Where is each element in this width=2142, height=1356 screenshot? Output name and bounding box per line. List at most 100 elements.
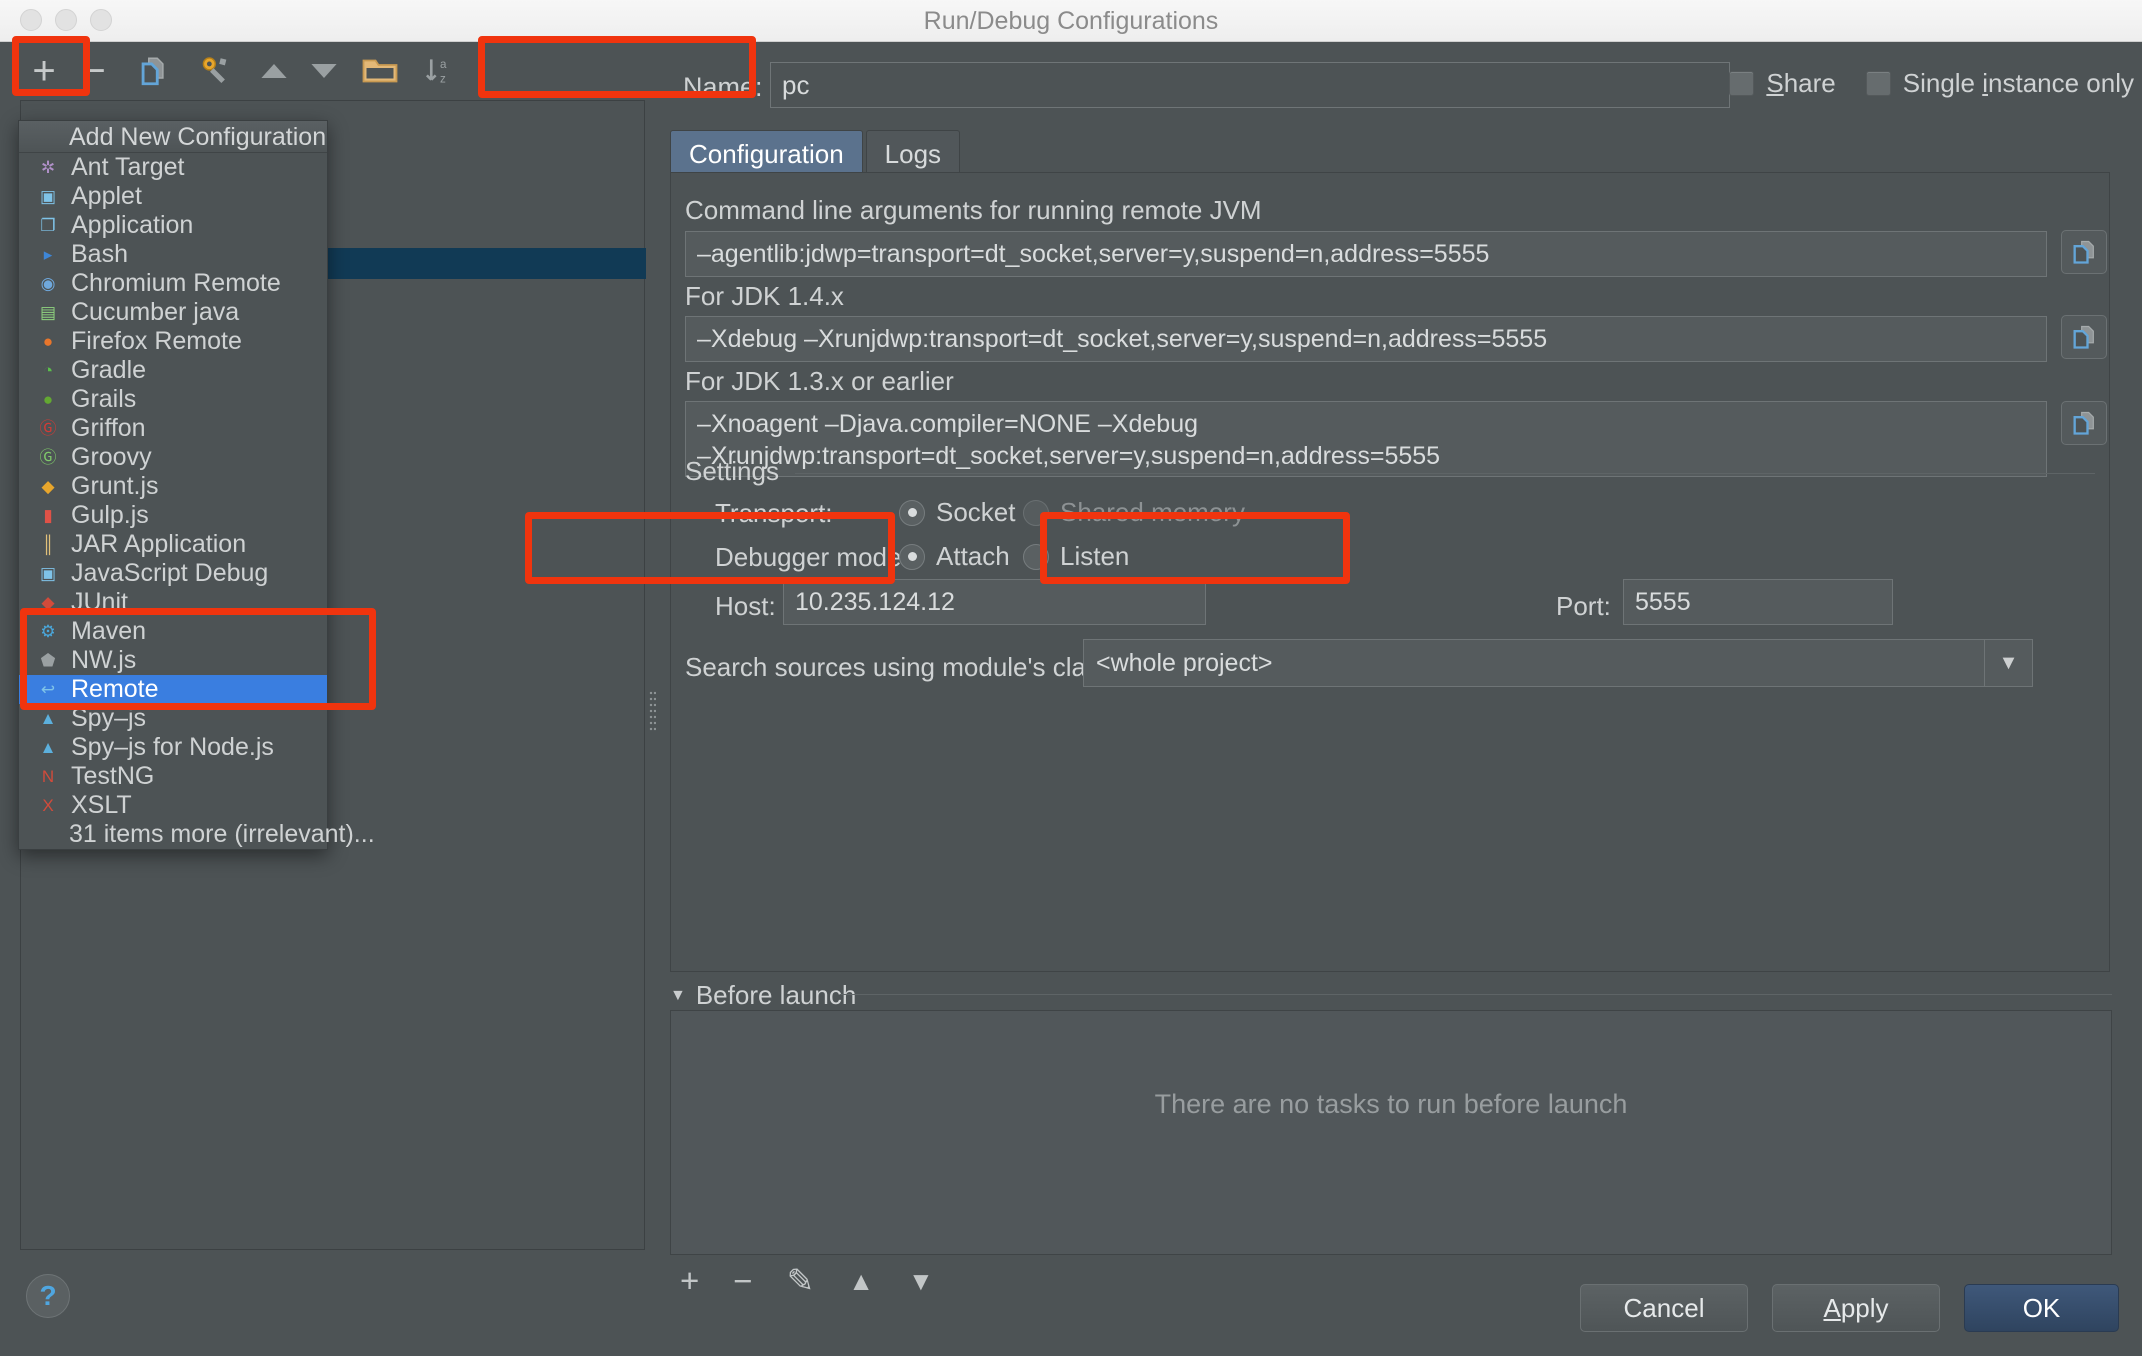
menu-item-label: 31 items more (irrelevant)... bbox=[69, 820, 375, 848]
spyjs-node-icon: ▲ bbox=[39, 738, 57, 757]
copy-icon bbox=[2073, 325, 2094, 349]
menu-item-groovy[interactable]: Ⓖ Groovy bbox=[19, 443, 327, 472]
menu-item-cucumber-java[interactable]: ▤ Cucumber java bbox=[19, 298, 327, 327]
add-configuration-button[interactable]: + bbox=[22, 42, 66, 100]
menu-item-xslt[interactable]: X XSLT bbox=[19, 791, 327, 820]
panel-splitter[interactable] bbox=[645, 100, 659, 1250]
menu-item-application[interactable]: ❐ Application bbox=[19, 211, 327, 240]
menu-item-label: Spy–js for Node.js bbox=[71, 733, 274, 761]
host-input[interactable]: 10.235.124.12 bbox=[783, 579, 1206, 625]
applet-icon: ▣ bbox=[39, 187, 57, 206]
javascript-debug-icon: ▣ bbox=[39, 564, 57, 583]
debugger-listen-radio-row[interactable]: Listen bbox=[1023, 541, 1129, 572]
menu-item-chromium-remote[interactable]: ◉ Chromium Remote bbox=[19, 269, 327, 298]
debugger-listen-radio[interactable] bbox=[1023, 543, 1049, 570]
before-launch-edit-button[interactable]: ✎ bbox=[787, 1264, 815, 1297]
before-launch-header[interactable]: ▼ Before launch bbox=[670, 980, 856, 1011]
collapse-triangle-icon[interactable]: ▼ bbox=[670, 987, 686, 1005]
transport-shared-memory-radio[interactable] bbox=[1023, 499, 1049, 526]
menu-item-junit[interactable]: ◆ JUnit bbox=[19, 588, 327, 617]
remove-configuration-button[interactable]: − bbox=[72, 42, 116, 100]
single-instance-checkbox[interactable] bbox=[1865, 71, 1891, 96]
menu-item-maven[interactable]: ⚙ Maven bbox=[19, 617, 327, 646]
bash-terminal-icon: ▸ bbox=[43, 245, 53, 264]
transport-socket-radio[interactable] bbox=[899, 499, 925, 526]
menu-item-label: Groovy bbox=[71, 443, 152, 471]
copy-configuration-button[interactable] bbox=[128, 42, 178, 100]
menu-item-label: Griffon bbox=[71, 414, 146, 442]
menu-item-remote[interactable]: ↩ Remote bbox=[19, 675, 327, 704]
menu-item-label: JavaScript Debug bbox=[71, 559, 269, 587]
menu-item-label: Maven bbox=[71, 617, 147, 645]
menu-item-gulp-js[interactable]: ▮ Gulp.js bbox=[19, 501, 327, 530]
share-checkbox[interactable] bbox=[1729, 71, 1755, 96]
menu-item-gradle[interactable]: ◔ Gradle bbox=[19, 356, 327, 385]
sort-configurations-button[interactable]: a z bbox=[415, 42, 465, 100]
menu-item-firefox-remote[interactable]: ● Firefox Remote bbox=[19, 327, 327, 356]
cancel-button[interactable]: Cancel bbox=[1580, 1284, 1748, 1332]
ant-icon: ✲ bbox=[40, 158, 56, 177]
menu-item-javascript-debug[interactable]: ▣ JavaScript Debug bbox=[19, 559, 327, 588]
edit-templates-button[interactable] bbox=[190, 42, 240, 100]
move-up-button[interactable] bbox=[250, 42, 298, 100]
before-launch-add-button[interactable]: + bbox=[680, 1264, 699, 1297]
before-launch-move-down-button[interactable]: ▼ bbox=[908, 1268, 934, 1294]
menu-item-grails[interactable]: ● Grails bbox=[19, 385, 327, 414]
ok-button[interactable]: OK bbox=[1964, 1284, 2119, 1332]
application-icon: ❐ bbox=[40, 216, 56, 235]
menu-item-applet[interactable]: ▣ Applet bbox=[19, 182, 327, 211]
transport-socket-radio-row[interactable]: Socket bbox=[899, 497, 1016, 528]
menu-item-grunt-js[interactable]: ◆ Grunt.js bbox=[19, 472, 327, 501]
menu-item-label: Application bbox=[71, 211, 194, 239]
menu-item-griffon[interactable]: Ⓖ Griffon bbox=[19, 414, 327, 443]
before-launch-remove-button[interactable]: − bbox=[733, 1264, 752, 1297]
search-sources-combo[interactable]: <whole project> ▼ bbox=[1083, 639, 2033, 687]
debugger-attach-radio[interactable] bbox=[899, 543, 925, 570]
settings-divider bbox=[795, 473, 2095, 474]
name-input[interactable] bbox=[770, 62, 1730, 108]
apply-button[interactable]: Apply bbox=[1772, 1284, 1940, 1332]
spyjs-icon: ▲ bbox=[39, 709, 57, 728]
before-launch-move-up-button[interactable]: ▲ bbox=[848, 1268, 874, 1294]
window-titlebar: Run/Debug Configurations bbox=[0, 0, 2142, 42]
before-launch-task-list[interactable]: There are no tasks to run before launch bbox=[670, 1010, 2112, 1255]
menu-item-testng[interactable]: N TestNG bbox=[19, 762, 327, 791]
jdk13-value[interactable]: –Xnoagent –Djava.compiler=NONE –Xdebug –… bbox=[685, 401, 2047, 477]
host-label: Host: bbox=[715, 591, 776, 621]
jar-icon: ║ bbox=[41, 535, 55, 554]
single-instance-checkbox-row[interactable]: Single instance only bbox=[1865, 68, 2134, 99]
copy-jdk14-button[interactable] bbox=[2061, 315, 2107, 359]
new-folder-button[interactable] bbox=[355, 42, 405, 100]
copy-icon bbox=[2073, 240, 2094, 264]
chevron-down-icon[interactable]: ▼ bbox=[1984, 640, 2032, 686]
configuration-tab-content: Command line arguments for running remot… bbox=[670, 172, 2110, 972]
port-input[interactable]: 5555 bbox=[1623, 579, 1893, 625]
junit-icon: ◆ bbox=[41, 593, 55, 612]
debugger-attach-radio-row[interactable]: Attach bbox=[899, 541, 1010, 572]
copy-jdk13-button[interactable] bbox=[2061, 401, 2107, 445]
before-launch-toolbar: + − ✎ ▲ ▼ bbox=[680, 1264, 934, 1297]
grails-icon: ● bbox=[42, 390, 54, 409]
jdk14-value[interactable]: –Xdebug –Xrunjdwp:transport=dt_socket,se… bbox=[685, 316, 2047, 362]
copy-cmdline-button[interactable] bbox=[2061, 230, 2107, 274]
jdk13-label: For JDK 1.3.x or earlier bbox=[685, 366, 954, 396]
share-checkbox-row[interactable]: Share bbox=[1729, 68, 1836, 99]
cmdline-value[interactable]: –agentlib:jdwp=transport=dt_socket,serve… bbox=[685, 231, 2047, 277]
transport-shared-memory-radio-row[interactable]: Shared memory bbox=[1023, 497, 1245, 528]
add-new-configuration-menu[interactable]: Add New Configuration ✲ Ant Target ▣ Applet… bbox=[18, 120, 375, 850]
svg-text:a: a bbox=[440, 58, 447, 71]
menu-item-nw-js[interactable]: ⬟ NW.js bbox=[19, 646, 327, 675]
menu-item-31-items-more-irrelevant[interactable]: 31 items more (irrelevant)... bbox=[19, 820, 375, 849]
menu-item-spy-js[interactable]: ▲ Spy–js bbox=[19, 704, 327, 733]
move-down-button[interactable] bbox=[300, 42, 348, 100]
menu-item-spy-js-for-node-js[interactable]: ▲ Spy–js for Node.js bbox=[19, 733, 327, 762]
help-button[interactable]: ? bbox=[26, 1274, 70, 1318]
menu-item-bash[interactable]: ▸ Bash bbox=[19, 240, 327, 269]
menu-item-label: Remote bbox=[71, 675, 159, 703]
menu-item-label: Cucumber java bbox=[71, 298, 240, 326]
menu-item-jar-application[interactable]: ║ JAR Application bbox=[19, 530, 327, 559]
menu-item-ant-target[interactable]: ✲ Ant Target bbox=[19, 153, 327, 182]
cucumber-icon: ▤ bbox=[39, 303, 57, 322]
sort-az-icon: a z bbox=[425, 58, 447, 86]
name-row: Name: Share Single instance only bbox=[660, 60, 2142, 120]
